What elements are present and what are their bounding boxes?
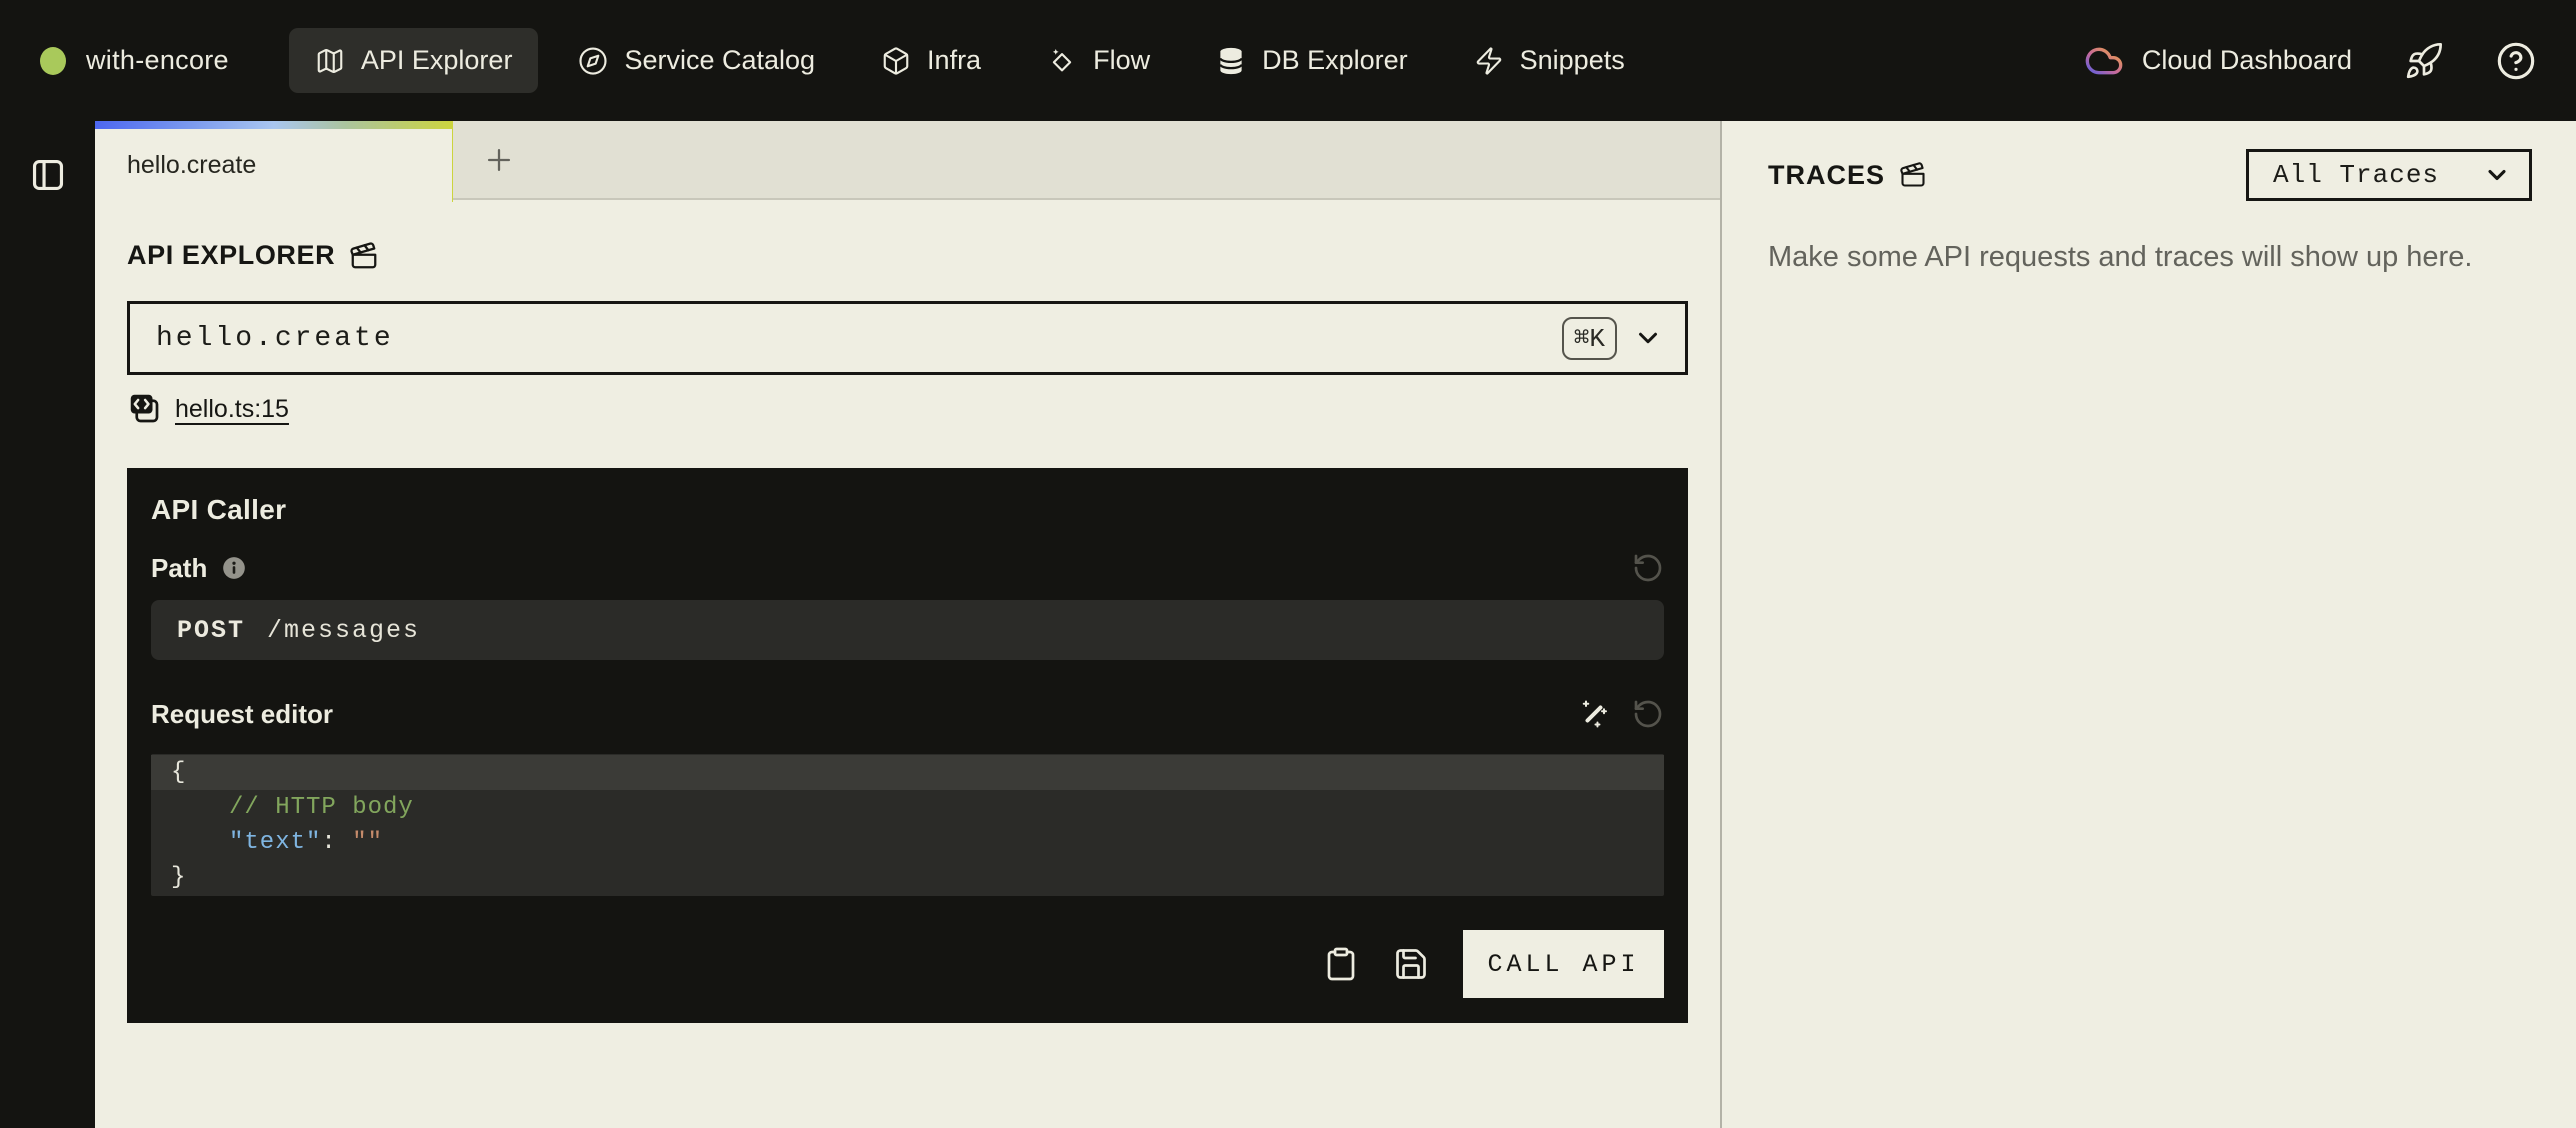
main-nav: API Explorer Service Catalog Infra bbox=[289, 28, 1651, 93]
code-file-icon bbox=[127, 391, 163, 427]
left-rail bbox=[0, 121, 95, 1128]
nav-item-label: Service Catalog bbox=[624, 45, 815, 76]
nav-item-flow[interactable]: Flow bbox=[1021, 28, 1176, 93]
app-shell: hello.create API EXPLORER bbox=[0, 121, 2576, 1128]
tab-bar: hello.create bbox=[95, 121, 1720, 200]
rocket-icon bbox=[2404, 41, 2444, 81]
nav-item-snippets[interactable]: Snippets bbox=[1448, 28, 1651, 93]
nav-item-label: DB Explorer bbox=[1262, 45, 1408, 76]
new-tab-button[interactable] bbox=[453, 121, 545, 198]
app-brand: with-encore bbox=[40, 45, 229, 76]
clapperboard-docs-icon[interactable] bbox=[1899, 161, 1927, 189]
nav-item-label: API Explorer bbox=[361, 45, 513, 76]
cloud-icon bbox=[2084, 41, 2124, 81]
source-file-label: hello.ts:15 bbox=[175, 395, 289, 424]
chevron-down-icon bbox=[1633, 323, 1663, 353]
code-line: } bbox=[151, 860, 1664, 895]
path-row-actions bbox=[1632, 552, 1664, 584]
save-request-button[interactable] bbox=[1393, 946, 1429, 982]
endpoint-select[interactable]: hello.create ⌘K bbox=[127, 301, 1688, 375]
call-api-button[interactable]: CALL API bbox=[1463, 930, 1664, 998]
nav-item-label: Flow bbox=[1093, 45, 1150, 76]
code-comment: // HTTP body bbox=[229, 794, 414, 821]
app-name: with-encore bbox=[86, 45, 229, 76]
traces-filter-value: All Traces bbox=[2273, 160, 2439, 190]
code-line: "text": "" bbox=[151, 825, 1664, 860]
traces-empty-message: Make some API requests and traces will s… bbox=[1768, 241, 2532, 274]
app-status-dot bbox=[40, 47, 66, 75]
tab-hello-create[interactable]: hello.create bbox=[95, 121, 453, 202]
endpoint-path-display: POST /messages bbox=[151, 600, 1664, 660]
cloud-dashboard-button[interactable]: Cloud Dashboard bbox=[2084, 41, 2352, 81]
reset-path-button[interactable] bbox=[1632, 552, 1664, 584]
request-editor-label: Request editor bbox=[151, 699, 333, 730]
magic-wand-icon bbox=[1578, 698, 1610, 730]
reset-icon bbox=[1632, 552, 1664, 584]
panel-left-icon bbox=[29, 156, 67, 194]
info-icon[interactable] bbox=[221, 555, 247, 581]
page-title: API EXPLORER bbox=[127, 240, 335, 271]
traces-title: TRACES bbox=[1768, 160, 1885, 191]
nav-item-infra[interactable]: Infra bbox=[855, 28, 1007, 93]
code-separator: : bbox=[321, 829, 352, 856]
shortcut-badge: ⌘K bbox=[1562, 317, 1617, 360]
chevron-down-icon bbox=[2483, 161, 2511, 189]
help-icon bbox=[2496, 41, 2536, 81]
main-panel: hello.create API EXPLORER bbox=[95, 121, 1720, 1128]
endpoint-selected-value: hello.create bbox=[156, 323, 394, 354]
plus-icon bbox=[482, 143, 516, 177]
generate-payload-button[interactable] bbox=[1578, 698, 1610, 730]
nav-item-label: Infra bbox=[927, 45, 981, 76]
flow-icon bbox=[1047, 46, 1077, 76]
api-explorer-content: API EXPLORER hello.create ⌘K bbox=[95, 200, 1720, 1023]
nav-item-api-explorer[interactable]: API Explorer bbox=[289, 28, 539, 93]
lightning-icon bbox=[1474, 46, 1504, 76]
request-editor-actions bbox=[1578, 698, 1664, 730]
copy-request-button[interactable] bbox=[1323, 946, 1359, 982]
request-body-editor[interactable]: { // HTTP body "text": "" } bbox=[151, 754, 1664, 896]
traces-panel: TRACES All Traces Make some AP bbox=[1720, 121, 2576, 1128]
api-caller-card: API Caller Path bbox=[127, 468, 1688, 1023]
cube-icon bbox=[881, 46, 911, 76]
http-path: /messages bbox=[267, 616, 420, 645]
nav-item-service-catalog[interactable]: Service Catalog bbox=[552, 28, 841, 93]
database-icon bbox=[1216, 46, 1246, 76]
top-nav-bar: with-encore API Explorer Service Catalog bbox=[0, 0, 2576, 121]
request-editor-header: Request editor bbox=[151, 698, 1664, 730]
cloud-dashboard-label: Cloud Dashboard bbox=[2142, 45, 2352, 76]
api-caller-title: API Caller bbox=[151, 494, 1664, 526]
onboarding-rocket-button[interactable] bbox=[2404, 41, 2444, 81]
http-method: POST bbox=[177, 616, 245, 645]
code-key: "text" bbox=[229, 829, 321, 856]
nav-item-label: Snippets bbox=[1520, 45, 1625, 76]
save-icon bbox=[1393, 946, 1429, 982]
endpoint-select-right: ⌘K bbox=[1562, 317, 1663, 360]
traces-filter-select[interactable]: All Traces bbox=[2246, 149, 2532, 201]
path-label: Path bbox=[151, 553, 207, 584]
path-row: Path bbox=[151, 552, 1664, 584]
traces-title-row: TRACES bbox=[1768, 160, 1927, 191]
code-line: // HTTP body bbox=[151, 790, 1664, 825]
tab-label: hello.create bbox=[127, 151, 256, 180]
topbar-right: Cloud Dashboard bbox=[2084, 41, 2536, 81]
compass-icon bbox=[578, 46, 608, 76]
help-button[interactable] bbox=[2496, 41, 2536, 81]
traces-header: TRACES All Traces bbox=[1768, 149, 2532, 201]
sidebar-toggle-button[interactable] bbox=[29, 155, 67, 195]
clipboard-icon bbox=[1323, 946, 1359, 982]
nav-item-db-explorer[interactable]: DB Explorer bbox=[1190, 28, 1434, 93]
clapperboard-docs-icon[interactable] bbox=[349, 241, 379, 271]
code-value: "" bbox=[352, 829, 383, 856]
section-title-row: API EXPLORER bbox=[127, 240, 1688, 271]
source-file-link[interactable]: hello.ts:15 bbox=[127, 391, 289, 427]
api-caller-actions: CALL API bbox=[151, 930, 1664, 998]
reset-request-button[interactable] bbox=[1632, 698, 1664, 730]
map-icon bbox=[315, 46, 345, 76]
reset-icon bbox=[1632, 698, 1664, 730]
code-line: { bbox=[151, 755, 1664, 790]
